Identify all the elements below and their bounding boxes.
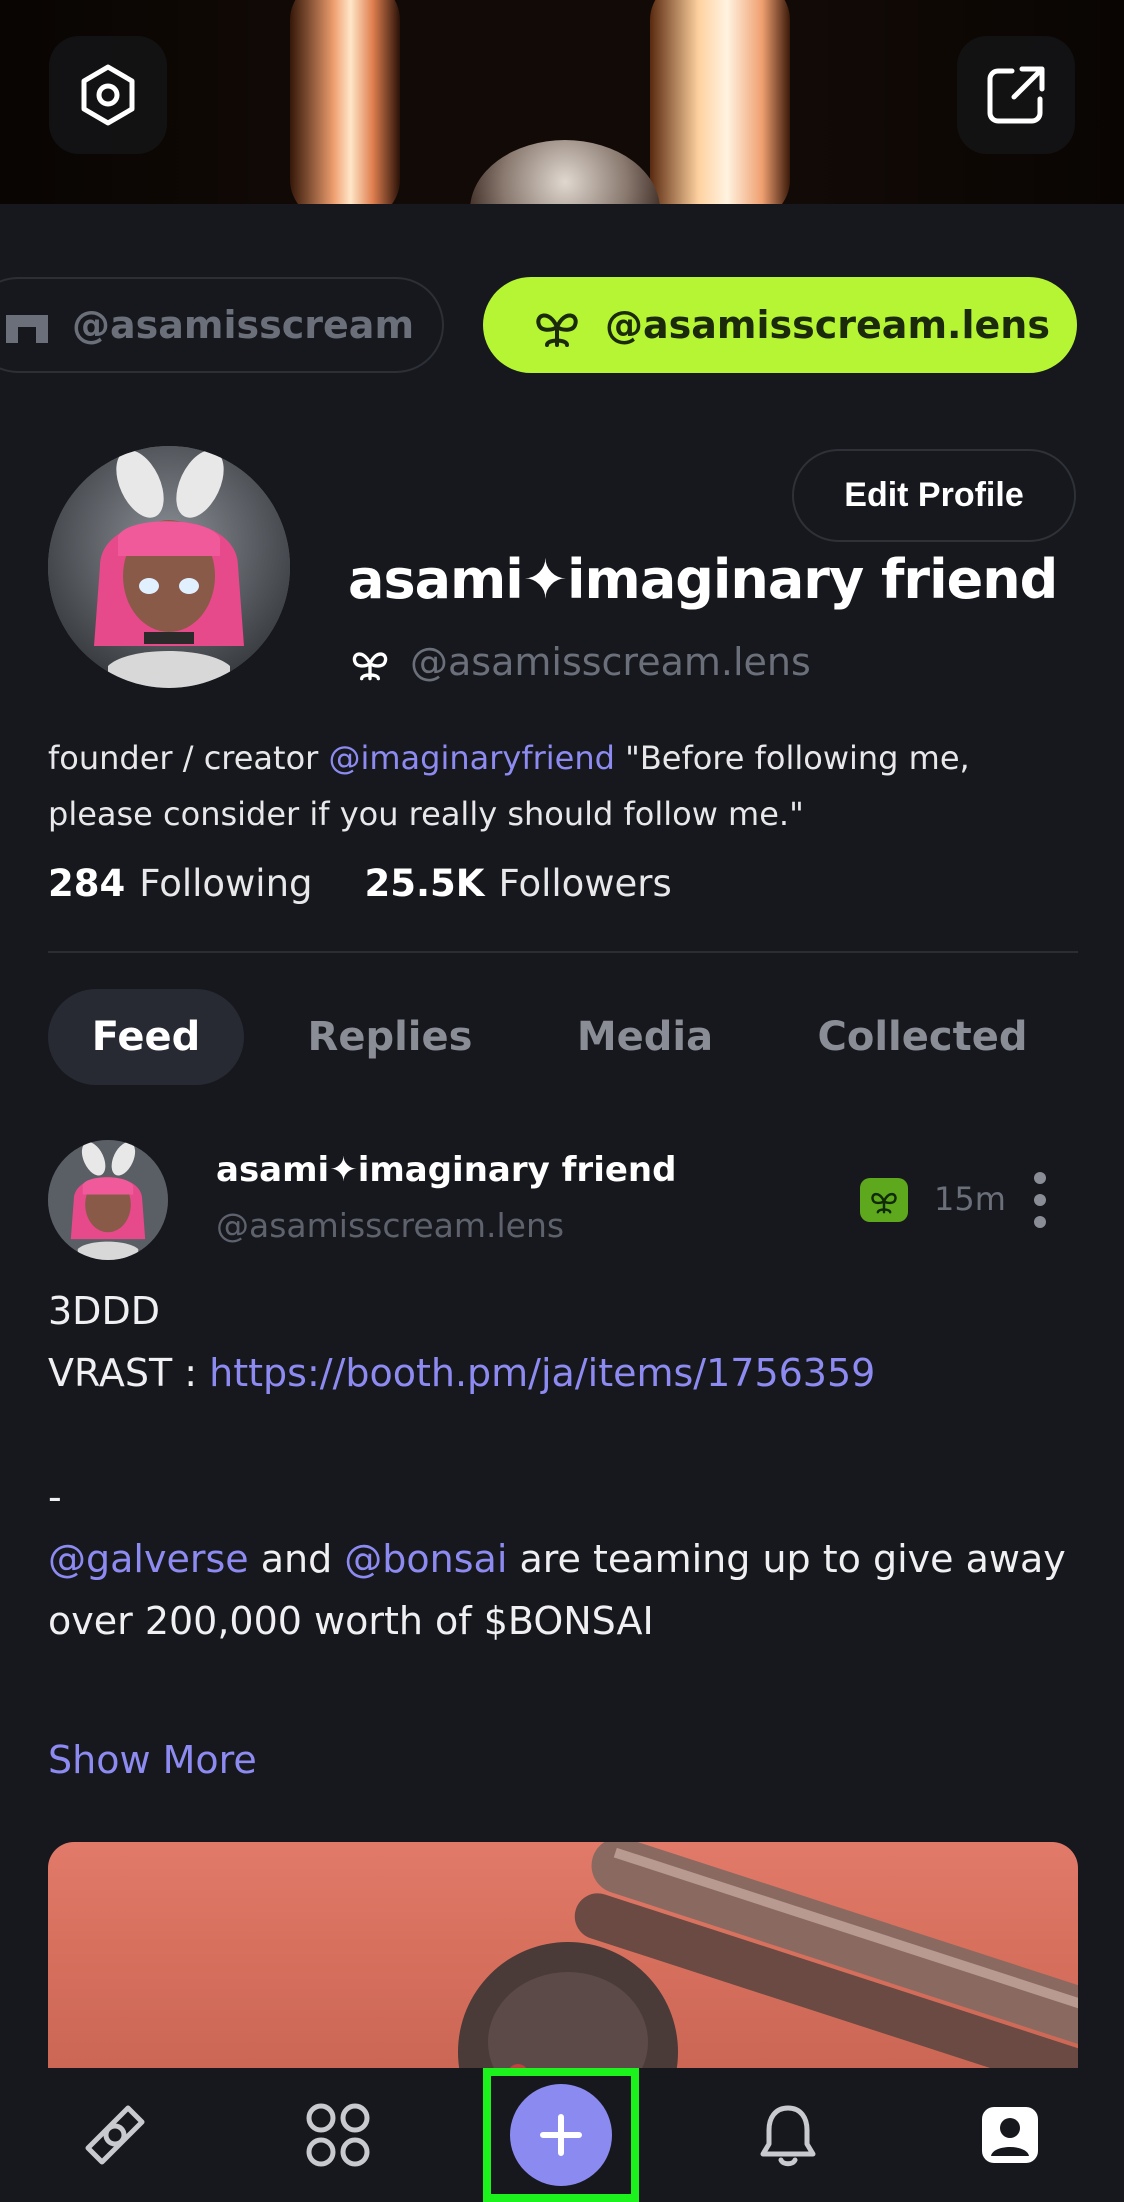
bio-prefix: founder / creator — [48, 739, 329, 777]
compass-icon — [85, 2105, 145, 2165]
profile-avatar[interactable] — [48, 446, 290, 688]
tab-media[interactable]: Media — [560, 989, 730, 1085]
profile-stats: 284 Following 25.5K Followers — [48, 862, 724, 905]
bell-icon — [760, 2105, 816, 2167]
profile-bio: founder / creator @imaginaryfriend "Befo… — [48, 730, 1078, 842]
profile-handle: @asamisscream.lens — [410, 640, 811, 684]
lens-leaf-icon — [352, 652, 388, 681]
post-line: - — [48, 1475, 62, 1519]
nav-profile[interactable] — [955, 2068, 1065, 2202]
share-button[interactable] — [957, 36, 1075, 154]
lens-leaf-icon — [871, 1192, 897, 1214]
post-body: 3DDD VRAST : https://booth.pm/ja/items/1… — [48, 1280, 1078, 1652]
post-text: are teaming up to give away — [507, 1537, 1066, 1581]
bio-line2: please consider if you really should fol… — [48, 795, 804, 833]
post-author-handle[interactable]: @asamisscream.lens — [216, 1206, 564, 1245]
handle-pill-lens[interactable]: @asamisscream.lens — [483, 277, 1077, 373]
post-media-image[interactable] — [48, 1842, 1078, 2102]
post-line: over 200,000 worth of $BONSAI — [48, 1599, 654, 1643]
show-more-link[interactable]: Show More — [48, 1738, 257, 1782]
share-external-icon — [987, 66, 1045, 124]
settings-button[interactable] — [49, 36, 167, 154]
nav-apps[interactable] — [283, 2068, 393, 2202]
more-options-icon[interactable] — [1030, 1172, 1050, 1228]
post-text: and — [248, 1537, 345, 1581]
post-line: VRAST : — [48, 1351, 210, 1395]
divider — [48, 951, 1078, 953]
highlight-box — [483, 2068, 639, 2202]
followers-count[interactable]: 25.5K — [365, 862, 485, 905]
edit-profile-button[interactable]: Edit Profile — [792, 449, 1076, 542]
bio-line1-suffix: "Before following me, — [614, 739, 970, 777]
followers-label[interactable]: Followers — [498, 862, 671, 905]
grid-apps-icon — [306, 2103, 370, 2167]
lens-leaf-icon — [536, 313, 578, 347]
handle-pill-lens-label: @asamisscream.lens — [605, 303, 1050, 347]
lens-app-badge — [860, 1178, 908, 1222]
nav-explore[interactable] — [60, 2068, 170, 2202]
post-line: 3DDD — [48, 1289, 160, 1333]
anime-avatar-illustration — [48, 446, 290, 688]
handle-pill-other-label: @asamisscream — [72, 303, 415, 347]
settings-hex-icon — [81, 64, 135, 126]
post-link[interactable]: https://booth.pm/ja/items/1756359 — [209, 1351, 875, 1395]
tab-collected[interactable]: Collected — [800, 989, 1045, 1085]
handle-pill-other[interactable]: @asamisscream — [0, 277, 444, 373]
profile-icon — [982, 2107, 1038, 2163]
profile-handle-row: @asamisscream.lens — [348, 640, 811, 684]
post-author-avatar[interactable] — [48, 1140, 168, 1260]
profile-banner — [0, 0, 1124, 204]
nav-notifications[interactable] — [733, 2068, 843, 2202]
profile-display-name: asami✦imaginary friend — [348, 548, 1058, 611]
ens-arch-icon — [6, 315, 48, 343]
mention-link[interactable]: @bonsai — [344, 1537, 507, 1581]
post-media-illustration — [458, 1842, 1078, 2102]
anime-avatar-illustration — [48, 1140, 168, 1260]
following-label[interactable]: Following — [139, 862, 312, 905]
tab-replies[interactable]: Replies — [290, 989, 490, 1085]
post-author-name[interactable]: asami✦imaginary friend — [216, 1150, 676, 1190]
tab-feed[interactable]: Feed — [48, 989, 244, 1085]
bio-mention-link[interactable]: @imaginaryfriend — [328, 739, 614, 777]
mention-link[interactable]: @galverse — [48, 1537, 249, 1581]
following-count[interactable]: 284 — [48, 862, 125, 905]
post-timestamp: 15m — [934, 1180, 1006, 1218]
